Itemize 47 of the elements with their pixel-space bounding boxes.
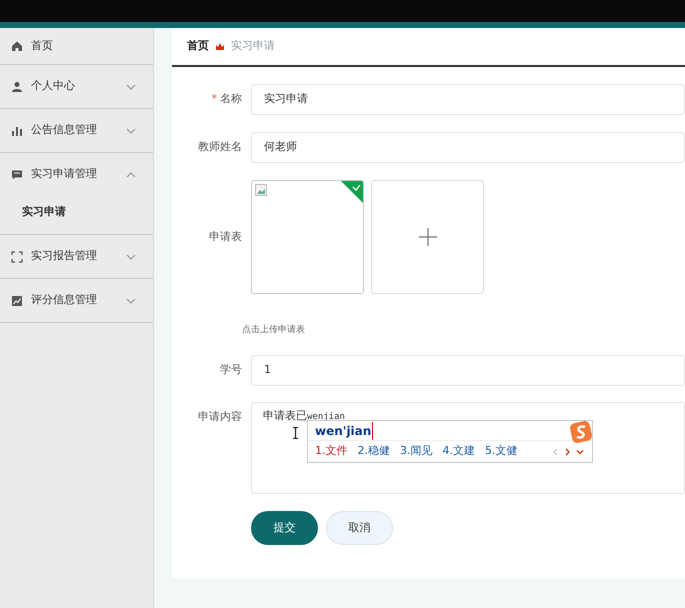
sidebar-item[interactable]: 实习报告管理 xyxy=(0,235,153,278)
uploaded-file[interactable] xyxy=(251,180,364,294)
broken-image-icon xyxy=(255,184,267,196)
line-chart-icon xyxy=(11,294,23,306)
breadcrumb-current: 实习申请 xyxy=(231,38,275,54)
ime-candidate[interactable]: 2.稳健 xyxy=(358,443,390,460)
chevron-up-icon xyxy=(126,172,136,178)
field-label: 申请内容 xyxy=(198,409,242,425)
text-cursor-icon xyxy=(292,427,299,439)
chevron-down-icon xyxy=(126,128,136,134)
ime-composition: wen'jian xyxy=(315,422,374,440)
plus-icon xyxy=(418,228,436,246)
sidebar-item[interactable]: 评分信息管理 xyxy=(0,279,153,322)
content-textarea[interactable]: 申请表已wenjian wen'jian 1.文件 2.稳健 3.闻见 4.文建 5.文健 xyxy=(251,402,685,494)
user-icon xyxy=(11,80,23,92)
required-mark: * xyxy=(212,91,217,108)
chevron-down-icon xyxy=(126,298,136,304)
ime-candidate[interactable]: 3.闻见 xyxy=(400,443,432,460)
ime-candidate[interactable]: 1.文件 xyxy=(315,443,348,460)
field-label: 教师姓名 xyxy=(198,139,242,156)
sidebar-item[interactable]: 公告信息管理 xyxy=(0,109,153,152)
field-label: 名称 xyxy=(220,91,242,108)
ime-candidate[interactable]: 4.文建 xyxy=(442,443,475,460)
chevron-down-icon xyxy=(126,254,136,260)
sidebar-item[interactable]: 首页 xyxy=(0,28,153,64)
crown-icon xyxy=(215,42,225,51)
bar-chart-icon xyxy=(11,124,23,136)
upload-hint: 点击上传申请表 xyxy=(242,324,305,337)
upload-button[interactable] xyxy=(371,180,484,294)
sidebar-item[interactable]: 实习申请管理 xyxy=(0,153,153,196)
message-icon xyxy=(11,168,23,180)
field-label: 申请表 xyxy=(209,228,242,245)
frame-icon xyxy=(11,250,23,262)
home-icon xyxy=(11,40,23,52)
student-number-field[interactable]: 1 xyxy=(251,355,685,386)
sidebar-item[interactable]: 个人中心 xyxy=(0,65,153,108)
name-field[interactable]: 实习申请 xyxy=(251,84,685,115)
sidebar-subitem[interactable]: 实习申请 xyxy=(0,196,153,234)
submit-button[interactable]: 提交 xyxy=(251,511,318,545)
logo-icon xyxy=(570,421,592,443)
cancel-button[interactable]: 取消 xyxy=(326,511,393,545)
teacher-field[interactable]: 何老师 xyxy=(251,132,685,163)
ime-candidate[interactable]: 5.文健 xyxy=(485,443,518,460)
field-label: 学号 xyxy=(220,362,242,378)
chevron-down-icon xyxy=(126,84,136,90)
textarea-text: 申请表已wenjian xyxy=(263,409,345,422)
breadcrumb-home[interactable]: 首页 xyxy=(187,38,209,55)
